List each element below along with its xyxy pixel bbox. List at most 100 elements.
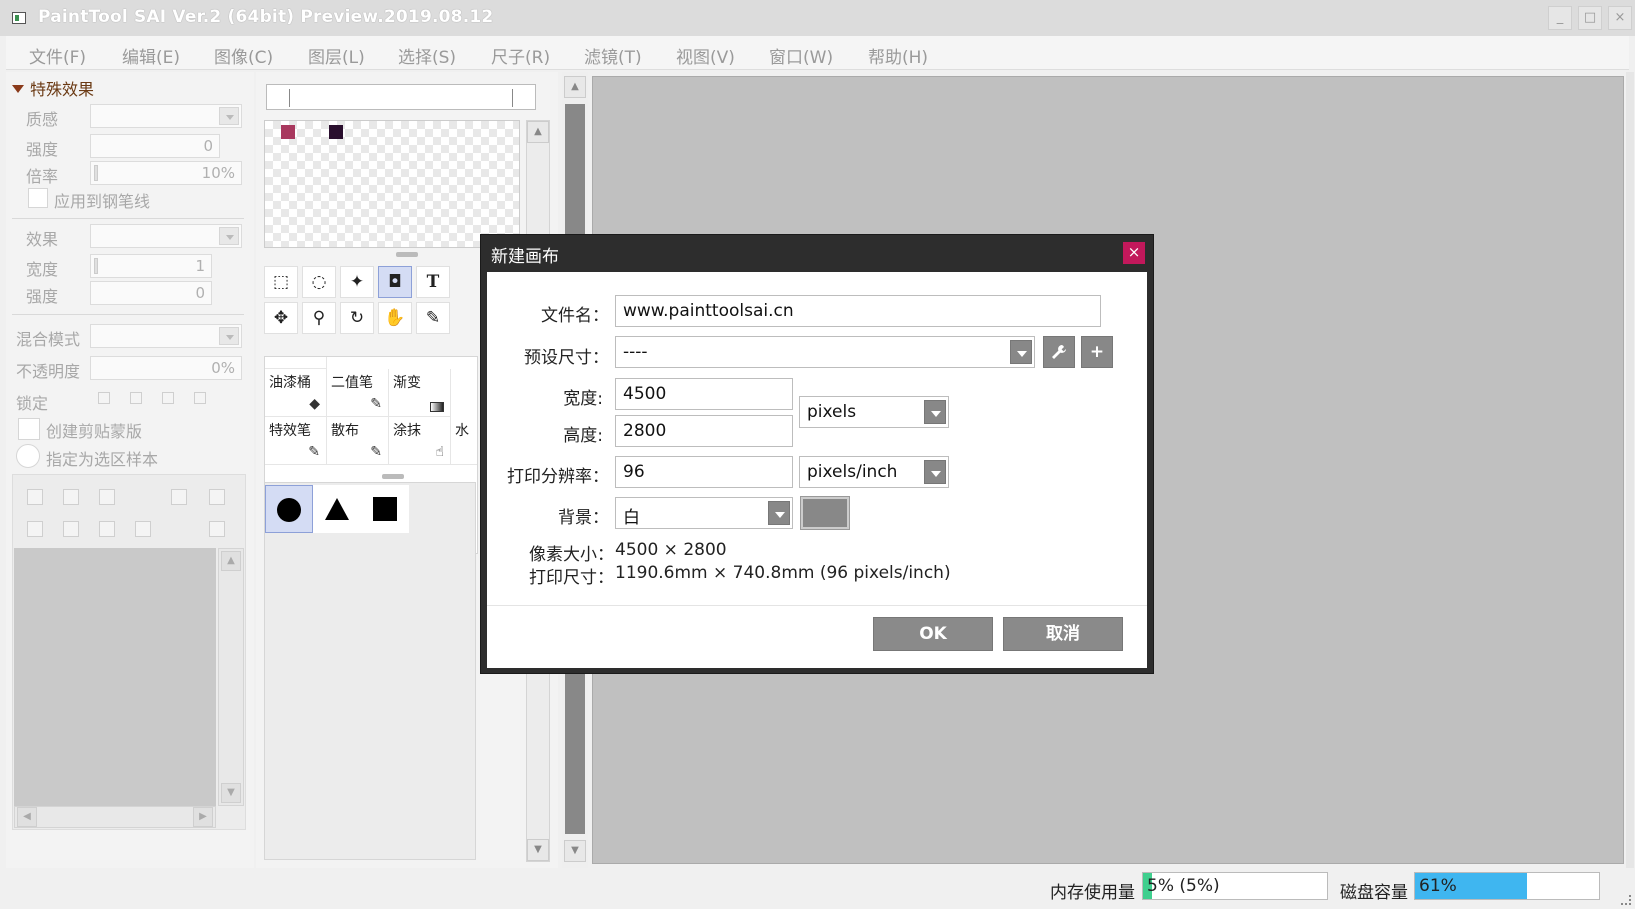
triangle-shape-button[interactable] [313,485,361,533]
circle-shape-button[interactable] [265,485,313,533]
square-shape-button[interactable] [361,485,409,533]
swatch-scrollbar[interactable]: ▲ [526,120,550,248]
height-input[interactable]: 2800 [615,415,793,447]
ratio-slider[interactable]: 10% [90,161,242,185]
menu-edit[interactable]: 编辑(E) [122,43,180,68]
magic-wand-icon[interactable]: ✦ [340,266,374,298]
panel-splitter-2[interactable] [382,474,404,479]
scroll-up-icon[interactable]: ▲ [221,551,241,571]
width-slider[interactable]: 1 [90,254,212,278]
color-slider-field[interactable] [266,84,536,110]
merge-visible-icon[interactable] [209,521,225,537]
cancel-button[interactable]: 取消 [1003,617,1123,651]
brush-gradient[interactable]: 渐变 [389,369,451,417]
preset-size-dropdown[interactable]: ---- [615,336,1035,368]
scroll-up-icon[interactable]: ▲ [564,76,586,98]
move-icon[interactable]: ✥ [264,302,298,334]
swatch-dark-purple[interactable] [329,125,343,139]
scroll-down-icon[interactable]: ▼ [527,839,549,861]
eyedropper-icon[interactable]: ✎ [416,302,450,334]
width-input[interactable]: 4500 [615,378,793,410]
brush-smudge[interactable]: 涂抹 ☝ [389,417,451,465]
rotate-icon[interactable]: ↻ [340,302,374,334]
selection-source-radio[interactable] [16,444,40,468]
blend-mode-dropdown[interactable] [90,324,242,348]
resolution-unit-dropdown[interactable]: pixels/inch [799,456,949,488]
strength2-field[interactable]: 0 [90,281,212,305]
clear-layer-icon[interactable] [99,521,115,537]
resize-grip-icon[interactable] [1621,895,1631,905]
scroll-down-icon[interactable]: ▼ [564,840,586,862]
new-layer-icon[interactable] [27,489,43,505]
chevron-down-icon [768,501,790,525]
clip-mask-checkbox[interactable] [18,418,40,440]
bucket-icon: ◆ [309,396,320,412]
effect-dropdown[interactable] [90,224,242,248]
menu-window[interactable]: 窗口(W) [769,43,833,68]
pixel-size-label: 像素大小： [529,545,614,565]
scroll-right-icon[interactable]: ▶ [193,807,213,827]
layer-list-scrollbar[interactable]: ▲ ▼ [218,548,244,806]
strength2-label: 强度 [26,287,59,306]
background-color-swatch[interactable] [800,496,850,530]
opacity-slider[interactable]: 0% [90,356,242,380]
hand-icon[interactable]: ✋ [378,302,412,334]
swatch-palette[interactable] [264,120,520,248]
layer-effect-icon[interactable] [171,489,187,505]
lock-paint-icon[interactable] [130,392,142,404]
menu-filter[interactable]: 滤镜(T) [584,43,642,68]
ok-button[interactable]: OK [873,617,993,651]
dialog-close-button[interactable]: × [1123,242,1145,264]
shape-select-icon[interactable]: ◘ [378,266,412,298]
brush-water[interactable]: 水 [451,417,477,465]
strength-field[interactable]: 0 [90,134,220,158]
wrench-button[interactable] [1043,336,1075,368]
close-window-button[interactable]: × [1608,6,1632,30]
brush-scatter[interactable]: 散布 ✎ [327,417,389,465]
menu-help[interactable]: 帮助(H) [868,43,928,68]
lasso-icon[interactable]: ◌ [302,266,336,298]
delete-layer-icon[interactable] [135,521,151,537]
lock-transparency-icon[interactable] [98,392,110,404]
brush-partial[interactable] [265,357,327,369]
new-linework-layer-icon[interactable] [63,489,79,505]
scroll-left-icon[interactable]: ◀ [17,807,37,827]
add-preset-button[interactable]: + [1081,336,1113,368]
window-title: PaintTool SAI Ver.2 (64bit) Preview.2019… [38,7,494,27]
background-dropdown[interactable]: 白 [615,497,793,529]
zoom-icon[interactable]: ⚲ [302,302,336,334]
texture-dropdown[interactable] [90,104,242,128]
text-tool-icon[interactable]: T [416,266,450,298]
wrench-icon [1052,345,1066,359]
apply-to-pen-checkbox[interactable] [28,188,48,208]
layer-list-hscrollbar[interactable]: ◀ ▶ [14,806,216,828]
minimize-button[interactable]: _ [1548,6,1572,30]
select-rect-icon[interactable]: ⬚ [264,266,298,298]
transfer-down-icon[interactable] [27,521,43,537]
layer-mask-icon[interactable] [209,489,225,505]
menu-image[interactable]: 图像(C) [214,43,273,68]
swatch-crimson[interactable] [281,125,295,139]
brush-binary-pen[interactable]: 二值笔 ✎ [327,369,389,417]
filename-input[interactable]: www.painttoolsai.cn [615,295,1101,327]
size-unit-dropdown[interactable]: pixels [799,396,949,428]
menu-ruler[interactable]: 尺子(R) [491,43,550,68]
lock-all-icon[interactable] [194,392,206,404]
scroll-up-icon[interactable]: ▲ [527,121,549,143]
merge-down-icon[interactable] [63,521,79,537]
canvas-scrollbar[interactable] [1626,72,1634,868]
menu-layer[interactable]: 图层(L) [308,43,365,68]
layer-list[interactable] [14,548,216,806]
brush-effect-pen[interactable]: 特效笔 ✎ [265,417,327,465]
menu-select[interactable]: 选择(S) [398,43,456,68]
panel-splitter[interactable] [396,252,418,257]
effects-section-header[interactable]: 特殊效果 [12,76,94,100]
menu-file[interactable]: 文件(F) [29,43,86,68]
resolution-input[interactable]: 96 [615,456,793,488]
new-folder-icon[interactable] [99,489,115,505]
maximize-button[interactable]: □ [1578,6,1602,30]
brush-paint-bucket[interactable]: 油漆桶 ◆ [265,369,327,417]
menu-view[interactable]: 视图(V) [676,43,735,68]
lock-move-icon[interactable] [162,392,174,404]
scroll-down-icon[interactable]: ▼ [221,783,241,803]
